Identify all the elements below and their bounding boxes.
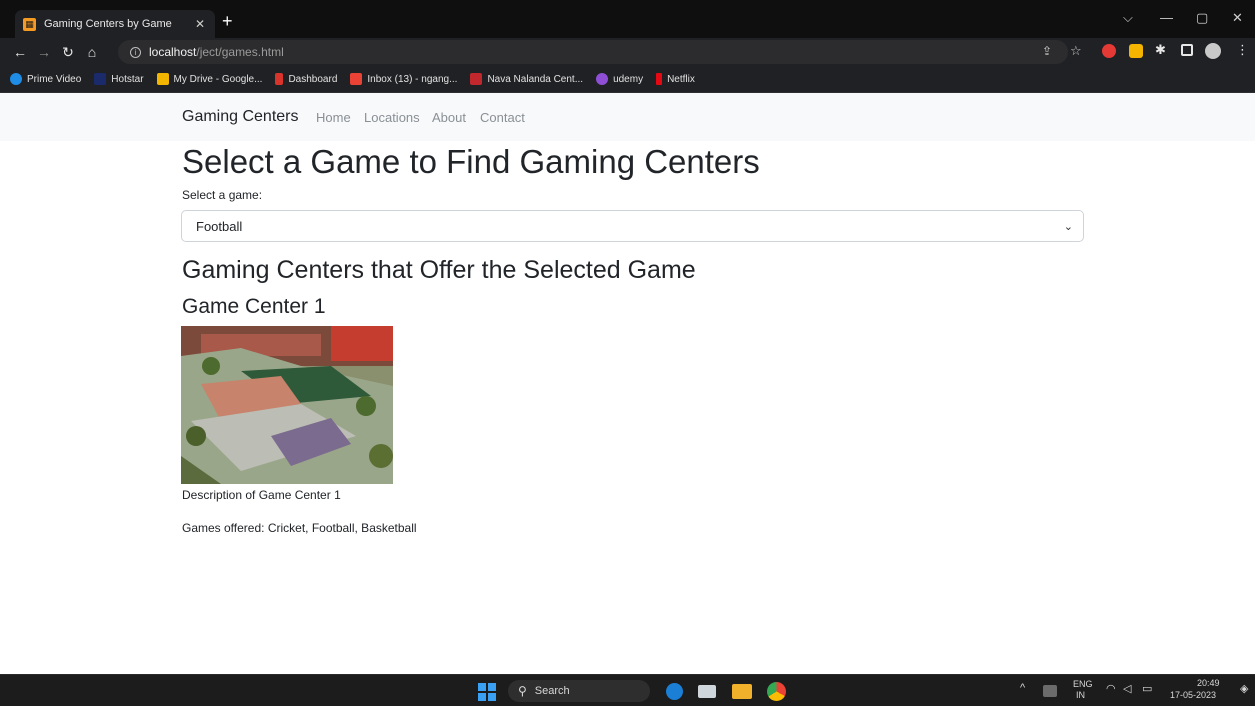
close-window-icon[interactable]: ✕ bbox=[1232, 10, 1243, 26]
nav-link-contact[interactable]: Contact bbox=[480, 110, 525, 125]
language-bottom[interactable]: IN bbox=[1076, 690, 1085, 700]
taskbar-search[interactable]: ⚲ Search bbox=[508, 680, 650, 702]
nav-link-home[interactable]: Home bbox=[316, 110, 351, 125]
back-icon[interactable]: ← bbox=[8, 44, 32, 60]
url-path: /ject/games.html bbox=[196, 45, 284, 59]
task-view-icon[interactable] bbox=[698, 685, 716, 698]
tray-app-icon[interactable] bbox=[1043, 685, 1057, 697]
bookmarks-bar: Prime Video Hotstar My Drive - Google...… bbox=[0, 66, 1255, 93]
side-panel-icon[interactable] bbox=[1181, 44, 1193, 56]
reload-icon[interactable]: ↻ bbox=[56, 44, 80, 61]
udemy-icon bbox=[596, 73, 609, 85]
page-title: Select a Game to Find Gaming Centers bbox=[182, 143, 760, 180]
forward-icon[interactable]: → bbox=[32, 44, 56, 60]
clock-date[interactable]: 17-05-2023 bbox=[1170, 690, 1216, 700]
game-select[interactable]: Football ⌄ bbox=[181, 210, 1084, 242]
favicon-icon: ▦ bbox=[23, 17, 36, 31]
close-tab-icon[interactable]: ✕ bbox=[193, 17, 207, 31]
chrome-icon[interactable] bbox=[767, 682, 786, 701]
bookmark-star-icon[interactable]: ☆ bbox=[1070, 43, 1082, 59]
center-games-offered: Games offered: Cricket, Football, Basket… bbox=[182, 521, 417, 535]
dashboard-icon bbox=[275, 73, 284, 85]
extensions-puzzle-icon[interactable]: ✱ bbox=[1155, 42, 1169, 57]
clock-time[interactable]: 20:49 bbox=[1197, 678, 1220, 688]
center-description: Description of Game Center 1 bbox=[182, 488, 341, 502]
nav-link-locations[interactable]: Locations bbox=[364, 110, 420, 125]
tray-overflow-icon[interactable]: ^ bbox=[1020, 682, 1025, 694]
language-top[interactable]: ENG bbox=[1073, 679, 1093, 689]
bing-chat-icon[interactable] bbox=[666, 683, 683, 700]
results-heading: Gaming Centers that Offer the Selected G… bbox=[182, 256, 696, 284]
site-navbar: Gaming Centers Home Locations About Cont… bbox=[0, 93, 1255, 141]
game-select-value: Football bbox=[196, 218, 243, 234]
share-icon[interactable]: ⇪ bbox=[1042, 44, 1052, 58]
bookmark-gmail-inbox[interactable]: Inbox (13) - ngang... bbox=[350, 73, 457, 85]
center-name: Game Center 1 bbox=[182, 295, 326, 318]
game-select-label: Select a game: bbox=[182, 188, 263, 202]
tab-title: Gaming Centers by Game bbox=[44, 18, 172, 30]
netflix-icon bbox=[656, 73, 663, 85]
new-tab-icon[interactable]: + bbox=[222, 12, 233, 30]
volume-icon[interactable]: ◁ bbox=[1123, 682, 1131, 695]
menu-kebab-icon[interactable]: ⋮ bbox=[1236, 42, 1250, 57]
site-info-icon[interactable]: i bbox=[130, 46, 141, 58]
google-drive-icon bbox=[156, 73, 169, 85]
profile-avatar[interactable] bbox=[1205, 43, 1221, 59]
bookmark-nava-nalanda[interactable]: Nava Nalanda Cent... bbox=[470, 73, 583, 85]
tab-search-icon[interactable]: ⌵ bbox=[1123, 10, 1133, 26]
navbar-brand[interactable]: Gaming Centers bbox=[182, 108, 299, 126]
bookmark-netflix[interactable]: Netflix bbox=[656, 73, 695, 85]
bookmark-google-drive[interactable]: My Drive - Google... bbox=[156, 73, 262, 85]
nava-nalanda-icon bbox=[470, 73, 483, 85]
nav-link-about[interactable]: About bbox=[432, 110, 466, 125]
bookmark-udemy[interactable]: udemy bbox=[596, 73, 643, 85]
url-bar[interactable]: i localhost /ject/games.html bbox=[118, 40, 1068, 64]
minimize-icon[interactable]: — bbox=[1160, 10, 1173, 25]
address-toolbar: ← → ↻ ⌂ i localhost /ject/games.html ⇪ ☆ bbox=[0, 38, 1255, 66]
bookmark-dashboard[interactable]: Dashboard bbox=[275, 73, 337, 85]
chevron-down-icon: ⌄ bbox=[1063, 221, 1073, 233]
bookmark-prime-video[interactable]: Prime Video bbox=[10, 73, 81, 85]
center-photo bbox=[181, 326, 393, 484]
browser-titlebar: ▦ Gaming Centers by Game ✕ + ⌵ — ▢ ✕ bbox=[0, 0, 1255, 38]
file-explorer-icon[interactable] bbox=[732, 684, 752, 699]
extension-red-icon[interactable] bbox=[1102, 44, 1116, 58]
prime-video-icon bbox=[10, 73, 22, 85]
hotstar-icon bbox=[94, 73, 107, 85]
bookmark-hotstar[interactable]: Hotstar bbox=[94, 73, 144, 85]
restore-icon[interactable]: ▢ bbox=[1196, 10, 1208, 26]
extension-yellow-icon[interactable] bbox=[1129, 44, 1143, 58]
search-icon: ⚲ bbox=[518, 684, 527, 698]
browser-tab[interactable]: ▦ Gaming Centers by Game ✕ bbox=[15, 10, 215, 38]
windows-taskbar: ⚲ Search ^ ENG IN ◠ ◁ ▭ 20:49 17-05-2023… bbox=[0, 674, 1255, 706]
url-host: localhost bbox=[149, 45, 197, 59]
gmail-icon bbox=[350, 73, 363, 85]
battery-icon[interactable]: ▭ bbox=[1142, 682, 1152, 695]
notification-icon[interactable]: ◈ bbox=[1240, 682, 1248, 695]
home-icon[interactable]: ⌂ bbox=[80, 44, 104, 60]
windows-start-icon[interactable] bbox=[478, 683, 496, 701]
wifi-icon[interactable]: ◠ bbox=[1106, 682, 1116, 695]
